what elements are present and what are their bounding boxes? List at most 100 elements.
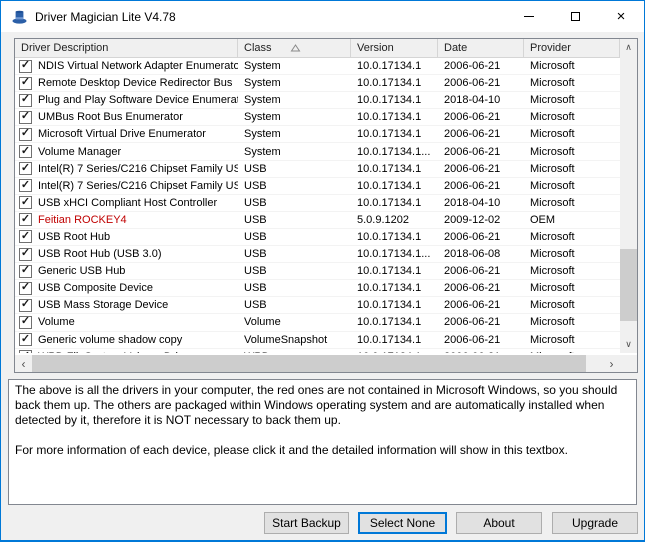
table-row[interactable]: ✓ Plug and Play Software Device Enumerat… (15, 92, 620, 109)
row-checkbox[interactable]: ✓ (19, 60, 32, 73)
driver-description-cell: ✓ USB Mass Storage Device (15, 297, 238, 313)
column-header-date[interactable]: Date (438, 39, 524, 58)
driver-provider: Microsoft (524, 109, 620, 125)
driver-version: 10.0.17134.1 (351, 332, 438, 348)
magician-hat-icon (12, 9, 27, 24)
driver-version: 10.0.17134.1 (351, 349, 438, 353)
checkmark-icon: ✓ (21, 265, 30, 276)
driver-date: 2006-06-21 (438, 332, 524, 348)
checkmark-icon: ✓ (21, 60, 30, 71)
driver-version: 10.0.17134.1 (351, 229, 438, 245)
row-checkbox[interactable]: ✓ (19, 333, 32, 346)
driver-description: Remote Desktop Device Redirector Bus (38, 77, 232, 89)
row-checkbox[interactable]: ✓ (19, 316, 32, 329)
table-row[interactable]: ✓ Microsoft Virtual Drive Enumerator Sys… (15, 126, 620, 143)
driver-provider: Microsoft (524, 161, 620, 177)
driver-class: System (238, 75, 351, 91)
driver-class: VolumeSnapshot (238, 332, 351, 348)
driver-description: WPD FileSystem Volume Driver (38, 351, 193, 353)
driver-class: USB (238, 297, 351, 313)
row-checkbox[interactable]: ✓ (19, 299, 32, 312)
table-row[interactable]: ✓ Remote Desktop Device Redirector Bus S… (15, 75, 620, 92)
row-checkbox[interactable]: ✓ (19, 350, 32, 353)
driver-class: System (238, 109, 351, 125)
row-checkbox[interactable]: ✓ (19, 282, 32, 295)
row-checkbox[interactable]: ✓ (19, 196, 32, 209)
row-checkbox[interactable]: ✓ (19, 213, 32, 226)
select-none-button[interactable]: Select None (358, 512, 447, 534)
minimize-button[interactable] (506, 1, 552, 32)
horizontal-scrollbar-thumb[interactable] (32, 355, 586, 372)
maximize-button[interactable] (552, 1, 598, 32)
table-row[interactable]: ✓ Volume Volume 10.0.17134.1 2006-06-21 … (15, 314, 620, 331)
table-row[interactable]: ✓ Feitian ROCKEY4 USB 5.0.9.1202 2009-12… (15, 212, 620, 229)
table-row[interactable]: ✓ Intel(R) 7 Series/C216 Chipset Family … (15, 161, 620, 178)
driver-date: 2018-04-10 (438, 195, 524, 211)
table-row[interactable]: ✓ Generic USB Hub USB 10.0.17134.1 2006-… (15, 263, 620, 280)
row-checkbox[interactable]: ✓ (19, 162, 32, 175)
horizontal-scrollbar[interactable]: ‹ › (15, 355, 620, 372)
driver-date: 2006-06-21 (438, 349, 524, 353)
table-row[interactable]: ✓ WPD FileSystem Volume Driver WPD 10.0.… (15, 349, 620, 353)
scroll-right-icon[interactable]: › (603, 355, 620, 372)
scroll-down-icon[interactable]: ∨ (620, 336, 637, 353)
table-row[interactable]: ✓ USB Root Hub USB 10.0.17134.1 2006-06-… (15, 229, 620, 246)
table-row[interactable]: ✓ USB Root Hub (USB 3.0) USB 10.0.17134.… (15, 246, 620, 263)
table-row[interactable]: ✓ Volume Manager System 10.0.17134.1... … (15, 143, 620, 160)
column-label: Provider (530, 42, 571, 54)
driver-description: Generic volume shadow copy (38, 334, 182, 346)
driver-provider: OEM (524, 212, 620, 228)
row-checkbox[interactable]: ✓ (19, 179, 32, 192)
driver-version: 10.0.17134.1 (351, 195, 438, 211)
table-row[interactable]: ✓ UMBus Root Bus Enumerator System 10.0.… (15, 109, 620, 126)
row-checkbox[interactable]: ✓ (19, 265, 32, 278)
driver-version: 10.0.17134.1 (351, 58, 438, 74)
column-header-provider[interactable]: Provider (524, 39, 620, 58)
close-button[interactable]: × (598, 1, 644, 32)
driver-date: 2006-06-21 (438, 109, 524, 125)
scroll-left-icon[interactable]: ‹ (15, 355, 32, 372)
row-checkbox[interactable]: ✓ (19, 128, 32, 141)
driver-provider: Microsoft (524, 263, 620, 279)
title-bar[interactable]: Driver Magician Lite V4.78 × (1, 1, 644, 32)
table-row[interactable]: ✓ NDIS Virtual Network Adapter Enumerato… (15, 58, 620, 75)
driver-version: 10.0.17134.1... (351, 143, 438, 159)
table-row[interactable]: ✓ Generic volume shadow copy VolumeSnaps… (15, 332, 620, 349)
driver-class: USB (238, 195, 351, 211)
driver-description: Generic USB Hub (38, 265, 125, 277)
driver-description-cell: ✓ USB Root Hub (15, 229, 238, 245)
driver-version: 10.0.17134.1 (351, 314, 438, 330)
driver-description-cell: ✓ Volume (15, 314, 238, 330)
row-checkbox[interactable]: ✓ (19, 77, 32, 90)
scroll-up-icon[interactable]: ∧ (620, 39, 637, 56)
start-backup-button[interactable]: Start Backup (264, 512, 349, 534)
vertical-scrollbar-thumb[interactable] (620, 249, 637, 321)
column-header-driver-description[interactable]: Driver Description (15, 39, 238, 58)
driver-version: 10.0.17134.1... (351, 246, 438, 262)
driver-date: 2006-06-21 (438, 314, 524, 330)
driver-date: 2006-06-21 (438, 126, 524, 142)
driver-class: Volume (238, 314, 351, 330)
column-header-version[interactable]: Version (351, 39, 438, 58)
row-checkbox[interactable]: ✓ (19, 230, 32, 243)
vertical-scrollbar[interactable]: ∧ ∨ (620, 39, 637, 353)
driver-description: Volume (38, 316, 75, 328)
row-checkbox[interactable]: ✓ (19, 94, 32, 107)
about-button[interactable]: About (456, 512, 542, 534)
table-row[interactable]: ✓ USB Composite Device USB 10.0.17134.1 … (15, 280, 620, 297)
minimize-icon (524, 16, 534, 17)
row-checkbox[interactable]: ✓ (19, 145, 32, 158)
table-row[interactable]: ✓ Intel(R) 7 Series/C216 Chipset Family … (15, 178, 620, 195)
column-header-class[interactable]: Class (238, 39, 351, 58)
driver-description: USB Mass Storage Device (38, 299, 168, 311)
row-checkbox[interactable]: ✓ (19, 111, 32, 124)
driver-version: 10.0.17134.1 (351, 297, 438, 313)
driver-description: Volume Manager (38, 146, 121, 158)
driver-description-cell: ✓ Microsoft Virtual Drive Enumerator (15, 126, 238, 142)
row-checkbox[interactable]: ✓ (19, 248, 32, 261)
upgrade-button[interactable]: Upgrade (552, 512, 638, 534)
driver-class: USB (238, 178, 351, 194)
driver-version: 10.0.17134.1 (351, 92, 438, 108)
table-row[interactable]: ✓ USB xHCI Compliant Host Controller USB… (15, 195, 620, 212)
table-row[interactable]: ✓ USB Mass Storage Device USB 10.0.17134… (15, 297, 620, 314)
